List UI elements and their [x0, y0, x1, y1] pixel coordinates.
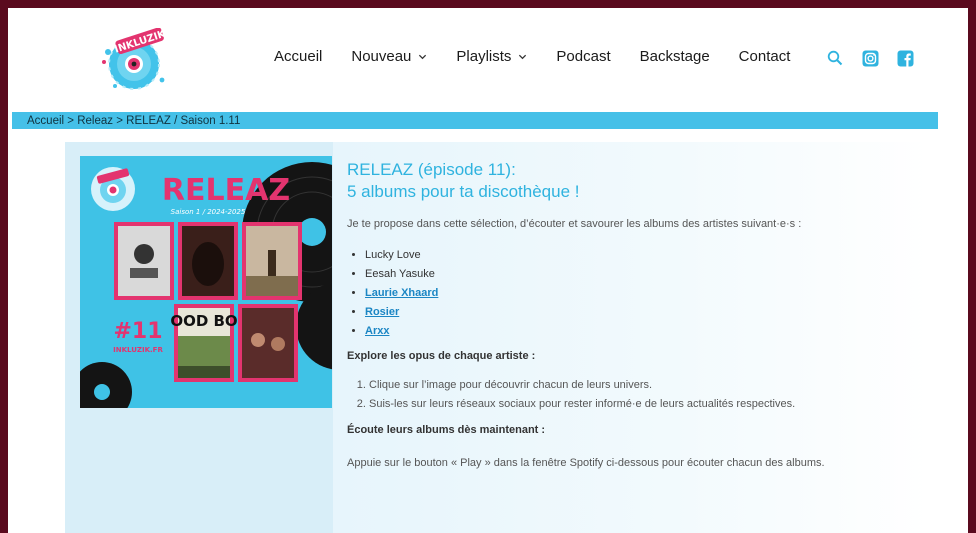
closing-text: Appuie sur le bouton « Play » dans la fe…	[347, 457, 825, 469]
cover-subtitle: Saison 1 / 2024-2025	[171, 208, 246, 216]
chevron-down-icon	[519, 54, 527, 60]
header-icons	[826, 49, 931, 67]
site-logo[interactable]: INKLUZIK	[94, 27, 172, 92]
artist-list: Lucky Love Eesah Yasuke Laurie Xhaard Ro…	[365, 246, 907, 341]
post-content: RELEAZ Saison 1 / 2024-2025 OOD BO #11 I…	[65, 142, 928, 533]
post-cover-image[interactable]: RELEAZ Saison 1 / 2024-2025 OOD BO #11 I…	[80, 156, 332, 408]
nav-label: Podcast	[556, 48, 611, 65]
facebook-icon[interactable]	[896, 49, 914, 67]
breadcrumb-item-current: RELEAZ / Saison 1.11	[126, 114, 241, 127]
listen-heading: Écoute leurs albums dès maintenant :	[347, 424, 546, 436]
cover-title: RELEAZ	[162, 173, 290, 208]
nav-label: Contact	[738, 48, 791, 65]
nav-label: Playlists	[456, 48, 512, 65]
post-title: RELEAZ (épisode 11): 5 albums pour ta di…	[347, 159, 907, 203]
breadcrumb-separator: >	[116, 114, 123, 127]
site-header: INKLUZIK Accueil Nouveau Playlists Podca…	[8, 8, 968, 111]
list-item: Suis-les sur leurs réseaux sociaux pour …	[369, 395, 907, 414]
main-nav: Accueil Nouveau Playlists Podcast Backst…	[274, 48, 819, 65]
nav-item-podcast[interactable]: Podcast	[556, 48, 610, 65]
list-item: Eesah Yasuke	[365, 265, 907, 284]
nav-item-backstage[interactable]: Backstage	[640, 48, 710, 65]
cover-site: INKLUZIK.FR	[113, 346, 163, 354]
nav-item-contact[interactable]: Contact	[739, 48, 791, 65]
left-column: RELEAZ Saison 1 / 2024-2025 OOD BO #11 I…	[65, 142, 333, 533]
cover-episode-number: #11	[113, 319, 162, 344]
post-title-line1: RELEAZ (épisode 11):	[347, 160, 516, 179]
artist-link[interactable]: Laurie Xhaard	[365, 287, 438, 299]
list-item: Arxx	[365, 322, 907, 341]
cover-album-text: OOD BO	[170, 312, 237, 330]
list-item: Rosier	[365, 303, 907, 322]
nav-item-accueil[interactable]: Accueil	[274, 48, 322, 65]
intro-text: Je te propose dans cette sélection, d’éc…	[347, 218, 802, 230]
cover-artwork: RELEAZ Saison 1 / 2024-2025 OOD BO #11 I…	[80, 156, 332, 408]
logo-disc-icon: INKLUZIK	[102, 27, 168, 90]
artist-link[interactable]: Rosier	[365, 306, 399, 318]
list-item: Lucky Love	[365, 246, 907, 265]
breadcrumb: Accueil > Releaz > RELEAZ / Saison 1.11	[12, 112, 938, 129]
breadcrumb-item-releaz[interactable]: Releaz	[77, 115, 113, 127]
article-body: RELEAZ (épisode 11): 5 albums pour ta di…	[347, 159, 907, 473]
breadcrumb-item-home[interactable]: Accueil	[27, 115, 64, 127]
list-item: Laurie Xhaard	[365, 284, 907, 303]
nav-label: Accueil	[274, 48, 323, 65]
chevron-down-icon	[419, 54, 427, 60]
steps-list: Clique sur l’image pour découvrir chacun…	[369, 376, 907, 414]
nav-item-playlists[interactable]: Playlists	[456, 48, 527, 65]
instagram-icon[interactable]	[861, 49, 879, 67]
nav-item-nouveau[interactable]: Nouveau	[351, 48, 427, 65]
nav-label: Backstage	[639, 48, 710, 65]
explore-heading: Explore les opus de chaque artiste :	[347, 350, 536, 362]
post-title-line2: 5 albums pour ta discothèque !	[347, 182, 580, 201]
artist-name: Eesah Yasuke	[365, 268, 435, 280]
artist-link[interactable]: Arxx	[365, 325, 389, 337]
list-item: Clique sur l’image pour découvrir chacun…	[369, 376, 907, 395]
search-icon[interactable]	[826, 49, 844, 67]
breadcrumb-separator: >	[67, 114, 74, 127]
nav-label: Nouveau	[351, 48, 412, 65]
browser-page: INKLUZIK Accueil Nouveau Playlists Podca…	[8, 8, 968, 533]
artist-name: Lucky Love	[365, 249, 421, 261]
